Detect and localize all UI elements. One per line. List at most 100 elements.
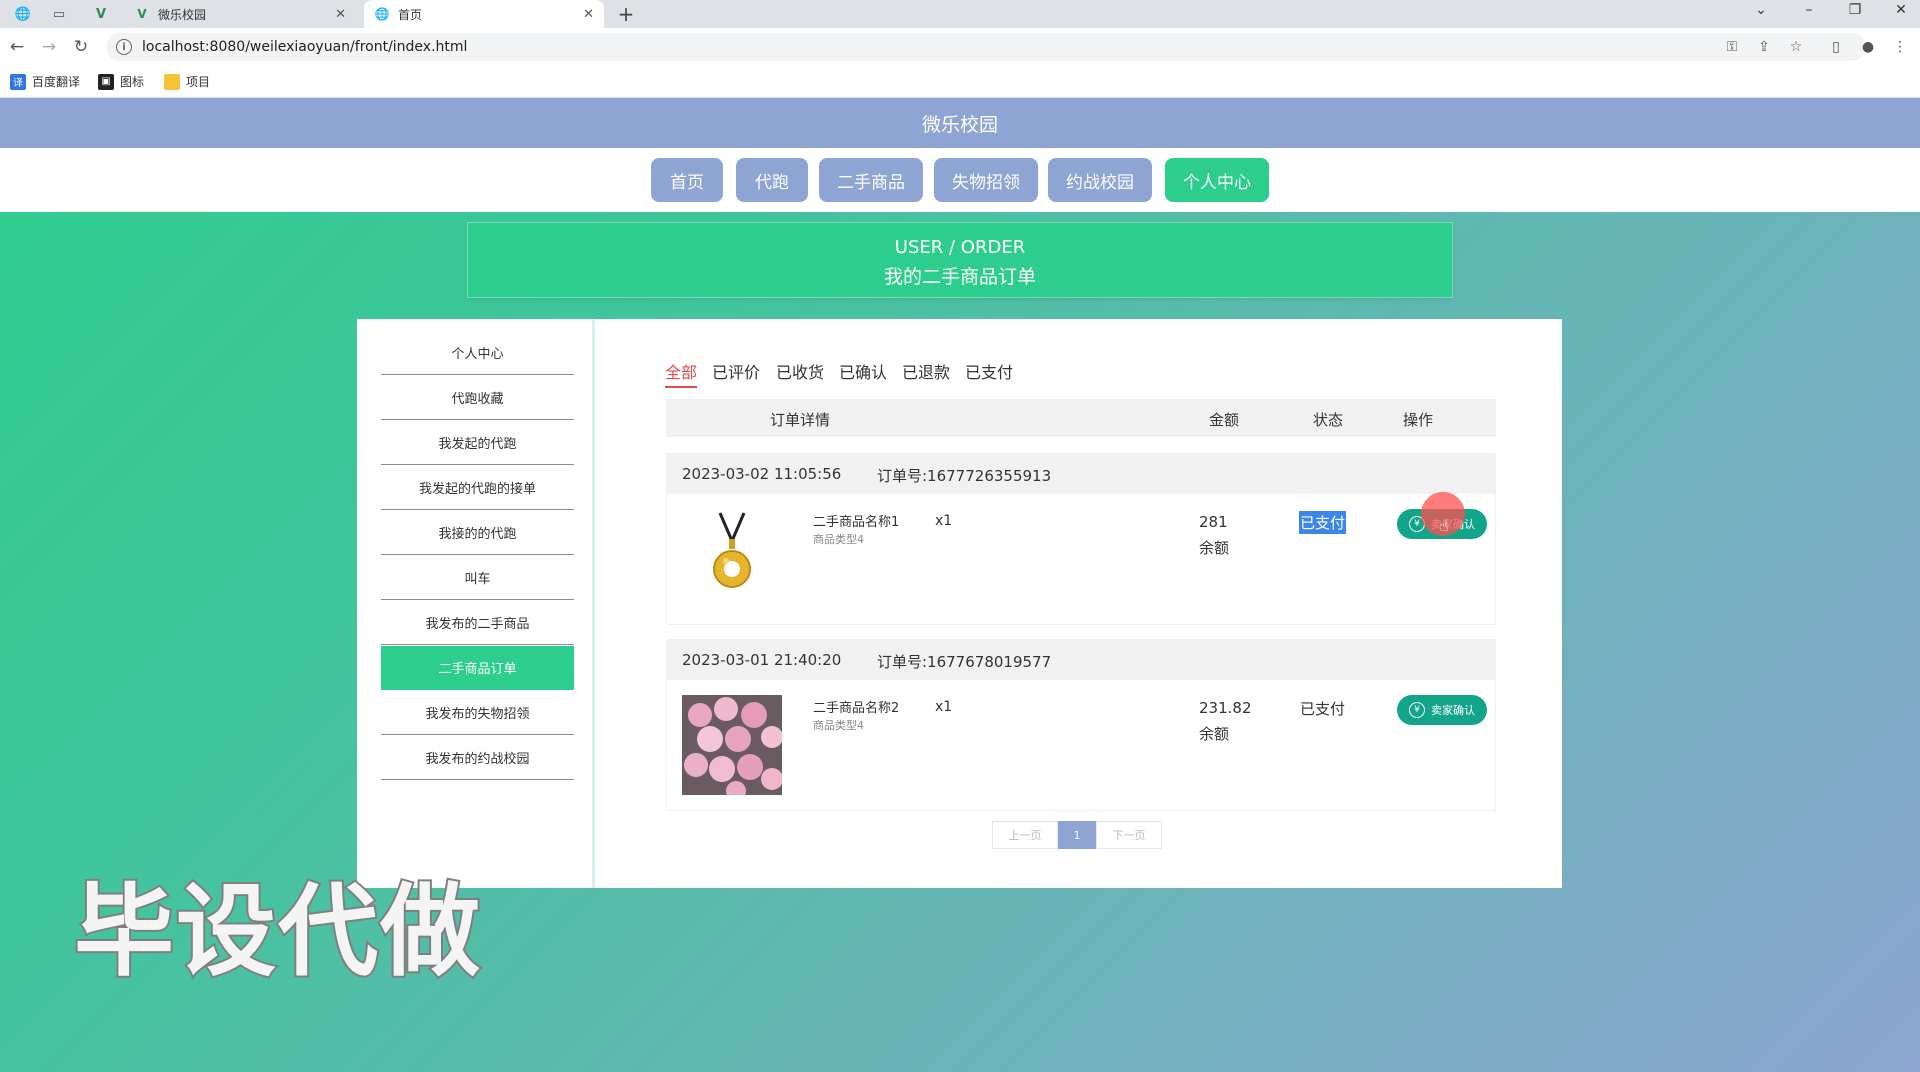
- reload-button[interactable]: ↻: [70, 36, 92, 58]
- order-status: 已支付: [1300, 700, 1346, 718]
- back-button[interactable]: ←: [6, 36, 28, 58]
- nav-lost-found[interactable]: 失物招领: [934, 158, 1038, 202]
- nav-second-hand[interactable]: 二手商品: [819, 158, 923, 202]
- watermark-text: 毕设代做: [72, 873, 482, 990]
- key-icon[interactable]: ⚿: [1722, 37, 1742, 57]
- sidebar-item-my-goods[interactable]: 我发布的二手商品: [381, 601, 574, 645]
- page-number-current[interactable]: 1: [1058, 821, 1096, 849]
- bookmark-label: 项目: [186, 75, 211, 89]
- folder-icon: [164, 73, 180, 90]
- sidebar-item-my-lost-found[interactable]: 我发布的失物招领: [381, 691, 574, 735]
- menu-kebab-icon[interactable]: ⋮: [1890, 37, 1910, 57]
- product-name[interactable]: 二手商品名称1: [813, 511, 899, 530]
- tab-title: 首页: [398, 7, 423, 22]
- browser-tab-bar: 🌐 ▭ V V 微乐校园 ✕ 🌐 首页 ✕ + ⌄ – ❐ ✕: [0, 0, 1920, 28]
- url-field[interactable]: i localhost:8080/weilexiaoyuan/front/ind…: [106, 33, 1866, 61]
- order-status: 已支付: [1299, 511, 1347, 534]
- side-panel-icon[interactable]: ▯: [1826, 37, 1846, 57]
- product-image-necklace[interactable]: [682, 509, 782, 609]
- sidebar-item-errand-favorites[interactable]: 代跑收藏: [381, 376, 574, 420]
- filter-tab-confirmed[interactable]: 已确认: [839, 359, 887, 386]
- vue-logo-icon: V: [137, 7, 147, 21]
- pinned-tab-globe-icon[interactable]: 🌐: [10, 4, 36, 24]
- order-time: 2023-03-02 11:05:56: [682, 465, 842, 483]
- globe-icon: 🌐: [374, 7, 390, 21]
- next-page-button[interactable]: 下一页: [1096, 821, 1162, 849]
- order-card: 2023-03-02 11:05:56 订单号:1677726355913 二手…: [666, 453, 1496, 625]
- pagination: 上一页 1 下一页: [992, 821, 1162, 849]
- sidebar-item-my-errand-orders[interactable]: 我发起的代跑的接单: [381, 466, 574, 510]
- yen-icon: ¥: [1409, 702, 1425, 718]
- header-amount: 金额: [1209, 411, 1240, 429]
- page-banner: USER / ORDER 我的二手商品订单: [467, 222, 1453, 298]
- site-title: 微乐校园: [0, 98, 1920, 148]
- order-number: 订单号:1677726355913: [877, 467, 1052, 485]
- nav-errand[interactable]: 代跑: [736, 158, 808, 202]
- hand-cursor-icon: ☝: [1439, 516, 1449, 535]
- pinned-tab-vue-icon[interactable]: V: [88, 4, 114, 24]
- order-content: 全部 已评价 已收货 已确认 已退款 已支付 订单详情 金额 状态 操作 202…: [595, 319, 1562, 888]
- header-action: 操作: [1403, 411, 1434, 429]
- bookmark-label: 图标: [120, 75, 145, 89]
- minimize-icon[interactable]: –: [1794, 2, 1824, 18]
- seller-confirm-button[interactable]: ¥ 卖家确认: [1397, 695, 1487, 725]
- order-card: 2023-03-01 21:40:20 订单号:1677678019577 二手…: [666, 639, 1496, 811]
- sidebar-item-call-car[interactable]: 叫车: [381, 556, 574, 600]
- bookmark-label: 百度翻译: [32, 75, 81, 89]
- url-text: localhost:8080/weilexiaoyuan/front/index…: [142, 39, 468, 55]
- tab-title: 微乐校园: [158, 7, 207, 22]
- nav-user-center[interactable]: 个人中心: [1165, 158, 1269, 202]
- payment-method: 余额: [1199, 725, 1230, 743]
- pinned-tab-blank-icon[interactable]: ▭: [46, 4, 72, 24]
- order-card-header: 2023-03-02 11:05:56 订单号:1677726355913: [667, 454, 1495, 494]
- product-image-roses[interactable]: [682, 695, 783, 801]
- nav-campus-battle[interactable]: 约战校园: [1048, 158, 1152, 202]
- filter-tab-all[interactable]: 全部: [665, 359, 698, 388]
- share-icon[interactable]: ⇪: [1754, 37, 1774, 57]
- restore-icon[interactable]: ❐: [1840, 2, 1870, 18]
- order-table-header: 订单详情 金额 状态 操作: [666, 399, 1496, 437]
- tab-close-icon[interactable]: ✕: [335, 7, 346, 22]
- forward-button[interactable]: →: [38, 36, 60, 58]
- product-quantity: x1: [935, 699, 953, 715]
- filter-tab-received[interactable]: 已收货: [776, 359, 824, 386]
- tab-close-icon[interactable]: ✕: [583, 7, 594, 22]
- sidebar-item-my-errands[interactable]: 我发起的代跑: [381, 421, 574, 465]
- header-status: 状态: [1313, 411, 1344, 429]
- order-time: 2023-03-01 21:40:20: [682, 651, 842, 669]
- main-panel: 个人中心 代跑收藏 我发起的代跑 我发起的代跑的接单 我接的的代跑 叫车 我发布…: [357, 319, 1562, 888]
- payment-method: 余额: [1199, 539, 1230, 557]
- new-tab-button[interactable]: +: [614, 2, 638, 26]
- profile-avatar-icon[interactable]: ●: [1858, 37, 1878, 57]
- product-name[interactable]: 二手商品名称2: [813, 697, 899, 716]
- sidebar-item-accepted-errands[interactable]: 我接的的代跑: [381, 511, 574, 555]
- sidebar-item-goods-orders[interactable]: 二手商品订单: [381, 646, 574, 690]
- filter-tab-paid[interactable]: 已支付: [965, 359, 1013, 386]
- filter-tab-reviewed[interactable]: 已评价: [712, 359, 760, 386]
- browser-tab-1[interactable]: V 微乐校园 ✕: [124, 0, 356, 28]
- site-info-icon[interactable]: i: [116, 39, 132, 55]
- order-number: 订单号:1677678019577: [877, 653, 1052, 671]
- address-bar: ← → ↻ i localhost:8080/weilexiaoyuan/fro…: [0, 28, 1920, 66]
- button-label: 卖家确认: [1431, 704, 1475, 717]
- bookmark-baidu-translate[interactable]: 译 百度翻译: [10, 73, 80, 90]
- sidebar-item-my-campus-battle[interactable]: 我发布的约战校园: [381, 736, 574, 780]
- order-card-header: 2023-03-01 21:40:20 订单号:1677678019577: [667, 640, 1495, 680]
- product-type: 商品类型4: [813, 533, 864, 546]
- header-order-detail: 订单详情: [770, 411, 831, 429]
- translate-icon: 译: [10, 73, 26, 90]
- image-icon: ▣: [98, 73, 114, 90]
- nav-home[interactable]: 首页: [651, 158, 723, 202]
- page-title: 我的二手商品订单: [883, 266, 1036, 288]
- window-close-icon[interactable]: ✕: [1886, 2, 1916, 18]
- product-type: 商品类型4: [813, 719, 864, 732]
- bookmark-star-icon[interactable]: ☆: [1786, 37, 1806, 57]
- tab-search-icon[interactable]: ⌄: [1746, 2, 1776, 18]
- bookmark-folder-projects[interactable]: 项目: [164, 73, 210, 90]
- sidebar-item-user-center[interactable]: 个人中心: [381, 331, 574, 375]
- bookmark-icons[interactable]: ▣ 图标: [98, 73, 144, 90]
- product-quantity: x1: [935, 513, 953, 529]
- browser-tab-2[interactable]: 🌐 首页 ✕: [364, 0, 604, 28]
- prev-page-button[interactable]: 上一页: [992, 821, 1058, 849]
- filter-tab-refunded[interactable]: 已退款: [902, 359, 950, 386]
